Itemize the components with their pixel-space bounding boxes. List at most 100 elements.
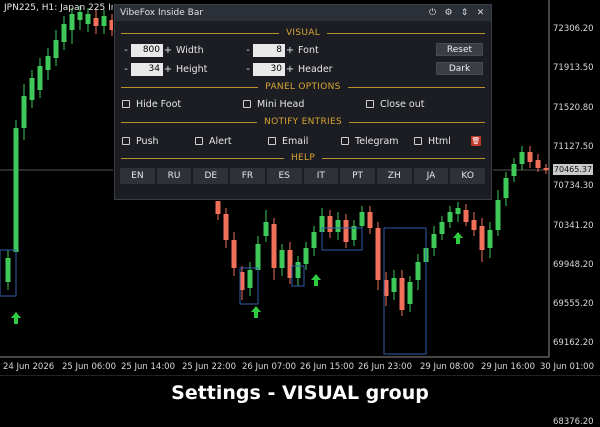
telegram-label: Telegram	[355, 135, 399, 147]
candle-body	[511, 164, 517, 176]
time-axis-label: 29 Jun 08:00	[420, 362, 474, 372]
price-axis-label: 69555.20	[553, 299, 594, 310]
lang-button-fr[interactable]: FR	[230, 168, 265, 184]
header-increment-button[interactable]: +	[285, 63, 295, 76]
price-axis-label: 68376.20	[553, 417, 594, 427]
inside-bar-box	[383, 227, 427, 355]
language-buttons: EN RU DE FR ES IT PT ZH JA KO	[120, 168, 486, 184]
height-increment-button[interactable]: +	[163, 63, 173, 76]
candle-body	[13, 128, 19, 252]
candle-body	[223, 214, 229, 240]
mini-head-checkbox[interactable]: Mini Head	[243, 98, 304, 110]
panel-titlebar[interactable]: VibeFox Inside Bar ⏻ ⚙ ⇕ ✕	[115, 5, 491, 21]
lang-button-en[interactable]: EN	[120, 168, 155, 184]
candle-body	[69, 14, 75, 30]
price-axis-label: 71520.80	[553, 102, 594, 113]
candle-body	[399, 278, 405, 310]
alert-checkbox[interactable]: Alert	[195, 135, 232, 147]
lang-button-ko[interactable]: KO	[450, 168, 486, 184]
candle-body	[303, 248, 309, 264]
candle-body	[29, 78, 35, 100]
section-notify-header: NOTIFY ENTRIES	[121, 116, 485, 128]
height-input[interactable]: 34	[131, 63, 163, 76]
candle-body	[247, 270, 253, 288]
lang-button-zh[interactable]: ZH	[376, 168, 412, 184]
header-stepper: - 30 + Header	[243, 63, 333, 76]
time-axis-label: 25 Jun 14:00	[121, 362, 175, 372]
candle-body	[335, 220, 341, 232]
current-price-tag: 70465.37	[553, 164, 593, 175]
candle-body	[5, 258, 11, 282]
candle-body	[407, 282, 413, 304]
candle-body	[391, 278, 397, 292]
candle-body	[21, 96, 27, 128]
width-decrement-button[interactable]: -	[121, 44, 131, 57]
candle-body	[431, 234, 437, 248]
font-increment-button[interactable]: +	[285, 44, 295, 57]
buy-arrow-icon	[311, 274, 321, 286]
trash-icon[interactable]: 🗑	[471, 136, 481, 146]
height-decrement-button[interactable]: -	[121, 63, 131, 76]
gear-icon[interactable]: ⚙	[443, 8, 454, 19]
candle-body	[77, 12, 83, 20]
time-axis-label: 29 Jun 16:00	[481, 362, 535, 372]
buy-arrow-icon	[453, 232, 463, 244]
candle-body	[519, 152, 525, 164]
price-axis-label: 72306.20	[553, 24, 594, 34]
candle-body	[343, 220, 349, 242]
header-decrement-button[interactable]: -	[243, 63, 253, 76]
price-axis-label: 69162.20	[553, 338, 594, 349]
lang-button-de[interactable]: DE	[193, 168, 229, 184]
height-stepper: - 34 + Height	[121, 63, 207, 76]
candle-body	[45, 56, 51, 70]
candle-body	[231, 240, 237, 268]
candle-body	[279, 250, 285, 268]
push-checkbox[interactable]: Push	[122, 135, 159, 147]
candle-body	[375, 228, 381, 280]
move-icon[interactable]: ⇕	[459, 8, 470, 19]
candle-body	[463, 210, 469, 222]
lang-button-ja[interactable]: JA	[413, 168, 449, 184]
time-axis-label: 25 Jun 22:00	[182, 362, 236, 372]
candle-body	[85, 14, 91, 24]
time-axis-label: 26 Jun 07:00	[242, 362, 296, 372]
width-input[interactable]: 800	[131, 44, 163, 57]
html-label: Html	[428, 135, 451, 147]
telegram-checkbox[interactable]: Telegram	[341, 135, 399, 147]
candle-body	[439, 222, 445, 234]
header-input[interactable]: 30	[253, 63, 285, 76]
lang-button-ru[interactable]: RU	[156, 168, 192, 184]
width-increment-button[interactable]: +	[163, 44, 173, 57]
candle-body	[263, 222, 269, 236]
lang-button-it[interactable]: IT	[303, 168, 339, 184]
close-out-checkbox[interactable]: Close out	[366, 98, 424, 110]
width-label: Width	[176, 45, 204, 56]
section-visual-header: VISUAL	[121, 27, 485, 39]
power-icon[interactable]: ⏻	[427, 8, 438, 19]
width-stepper: - 800 + Width	[121, 44, 204, 57]
lang-button-pt[interactable]: PT	[340, 168, 375, 184]
panel-title: VibeFox Inside Bar	[120, 8, 204, 18]
dark-theme-button[interactable]: Dark	[436, 62, 483, 75]
close-icon[interactable]: ✕	[475, 8, 486, 19]
candle-body	[359, 212, 365, 226]
lang-button-es[interactable]: ES	[266, 168, 302, 184]
buy-arrow-icon	[11, 312, 21, 324]
font-stepper: - 8 + Font	[243, 44, 319, 57]
candle-body	[93, 18, 99, 26]
html-checkbox[interactable]: Html	[414, 135, 451, 147]
hide-foot-label: Hide Foot	[136, 98, 182, 110]
price-axis-label: 70734.30	[553, 181, 594, 192]
email-checkbox[interactable]: Email	[268, 135, 308, 147]
price-axis-label: 70341.20	[553, 220, 594, 231]
candle-body	[479, 226, 485, 250]
hide-foot-checkbox[interactable]: Hide Foot	[122, 98, 181, 110]
caption: Settings - VISUAL group	[0, 375, 600, 410]
settings-panel: VibeFox Inside Bar ⏻ ⚙ ⇕ ✕ VISUAL - 800 …	[114, 4, 492, 200]
reset-button[interactable]: Reset	[436, 43, 483, 56]
font-decrement-button[interactable]: -	[243, 44, 253, 57]
font-input[interactable]: 8	[253, 44, 285, 57]
price-axis-label: 71913.50	[553, 63, 594, 74]
candle-body	[271, 224, 277, 268]
candle-body	[327, 216, 333, 232]
